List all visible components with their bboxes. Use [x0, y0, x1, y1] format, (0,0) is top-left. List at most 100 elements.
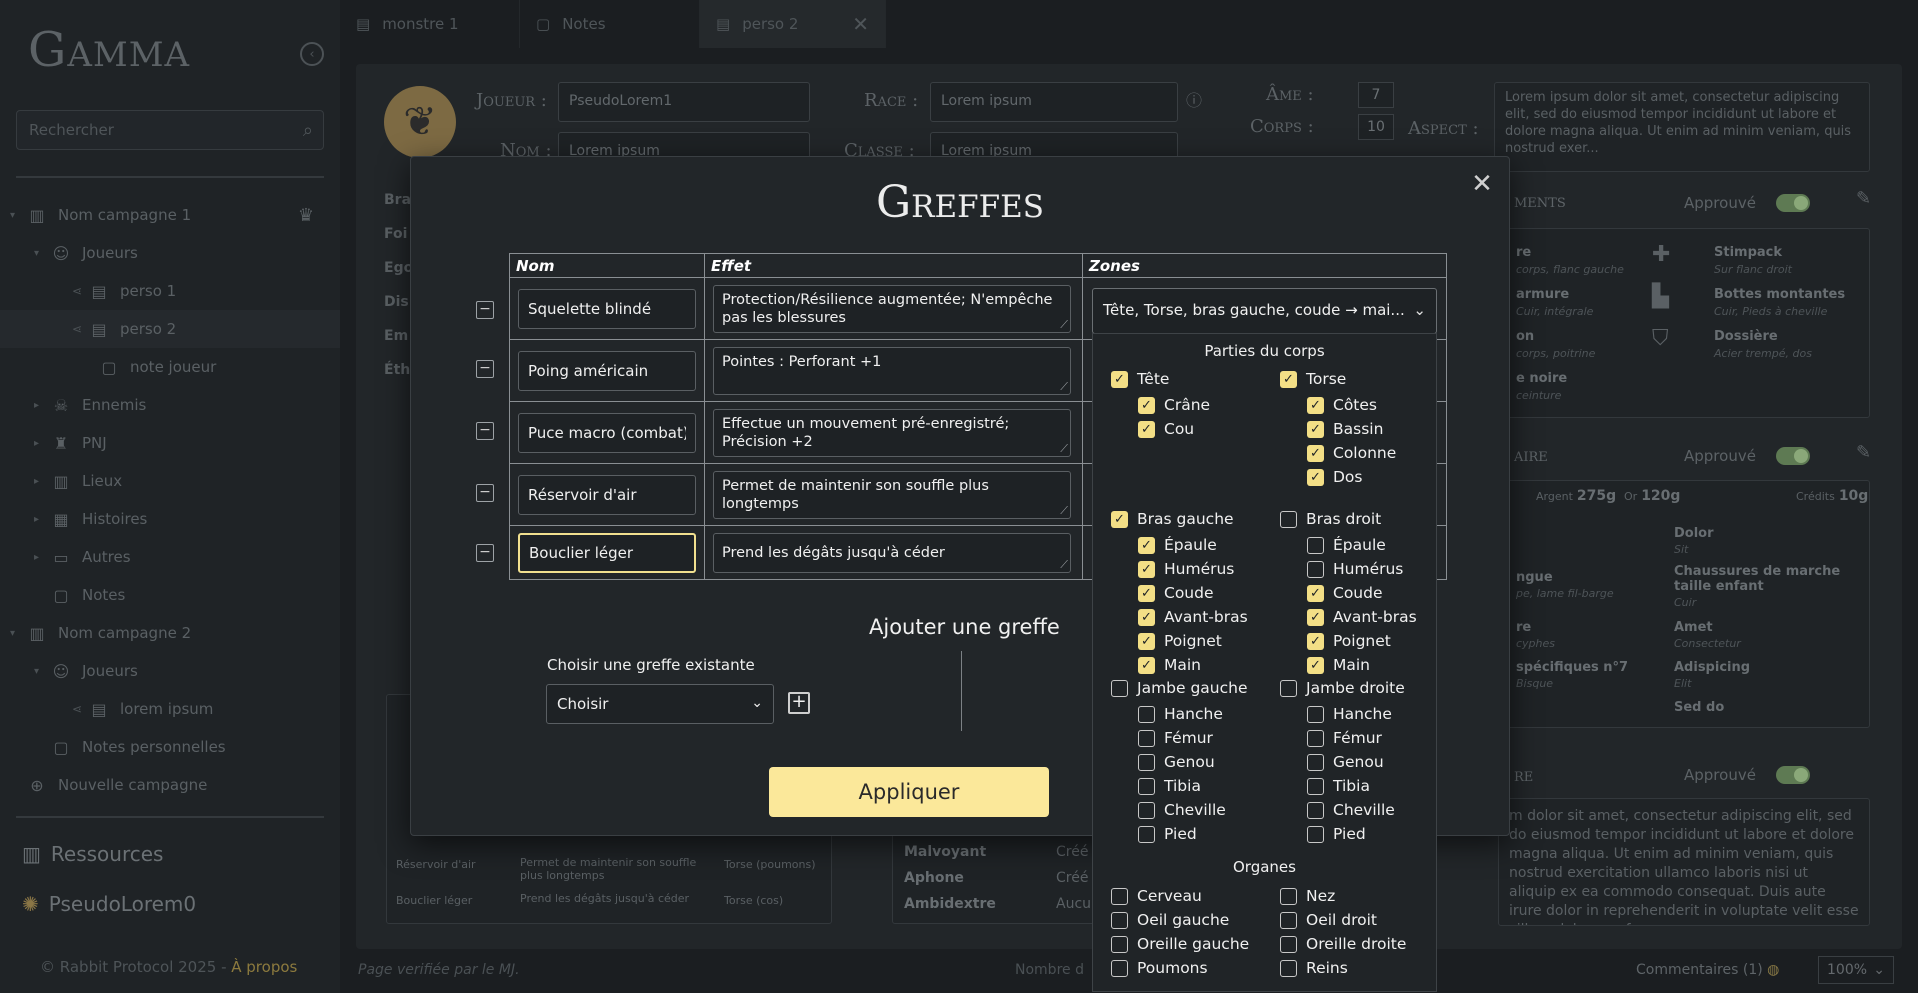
- body-subpart-checkbox[interactable]: Tibia: [1307, 777, 1370, 795]
- tree-item[interactable]: ▾ ▥ Nom campagne 2: [0, 614, 340, 652]
- edit-pencil-icon[interactable]: ✎: [1856, 190, 1871, 208]
- checkbox-checked-icon[interactable]: ✓: [1111, 370, 1128, 388]
- tree-item[interactable]: ▸ ☠ Ennemis: [0, 386, 340, 424]
- chevron-down-icon[interactable]: ▾: [10, 210, 24, 221]
- tree-item[interactable]: ▢ note joueur: [0, 348, 340, 386]
- graft-effect-textarea[interactable]: Pointes : Perforant +1: [713, 346, 1071, 396]
- graft-name-input[interactable]: [518, 532, 696, 573]
- inventory-item[interactable]: Amet Consectetur: [1674, 620, 1854, 652]
- remove-graft-button[interactable]: −: [476, 301, 494, 319]
- approved-toggle[interactable]: [1776, 447, 1810, 465]
- checkbox-checked-icon[interactable]: ✓: [1138, 608, 1155, 626]
- equipment-item[interactable]: on corps, poitrine: [1516, 328, 1595, 362]
- tree-item[interactable]: ⊕ Nouvelle campagne: [0, 766, 340, 804]
- body-part-checkbox[interactable]: Jambe droite: [1280, 679, 1405, 697]
- checkbox-unchecked-icon[interactable]: [1138, 729, 1155, 747]
- body-subpart-checkbox[interactable]: Pied: [1138, 825, 1197, 843]
- body-subpart-checkbox[interactable]: Genou: [1307, 753, 1384, 771]
- collapse-sidebar-icon[interactable]: ‹: [300, 42, 324, 66]
- body-subpart-checkbox[interactable]: Épaule: [1307, 536, 1386, 554]
- approved-toggle[interactable]: [1776, 766, 1810, 784]
- checkbox-checked-icon[interactable]: ✓: [1138, 584, 1155, 602]
- chevron-right-icon[interactable]: ▸: [34, 438, 48, 449]
- tree-item[interactable]: ▾ ☺ Joueurs: [0, 652, 340, 690]
- body-subpart-checkbox[interactable]: Cheville: [1307, 801, 1395, 819]
- graft-name-input[interactable]: [518, 474, 696, 515]
- tree-item[interactable]: ▸ ♜ PNJ: [0, 424, 340, 462]
- checkbox-unchecked-icon[interactable]: [1280, 887, 1297, 905]
- body-subpart-checkbox[interactable]: Fémur: [1138, 729, 1213, 747]
- body-subpart-checkbox[interactable]: Hanche: [1307, 705, 1392, 723]
- checkbox-checked-icon[interactable]: ✓: [1307, 444, 1324, 462]
- approved-toggle[interactable]: [1776, 194, 1810, 212]
- tree-item[interactable]: ▾ ☺ Joueurs: [0, 234, 340, 272]
- tree-item[interactable]: ▸ ▭ Autres: [0, 538, 340, 576]
- checkbox-unchecked-icon[interactable]: [1138, 705, 1155, 723]
- body-subpart-checkbox[interactable]: ✓ Côtes: [1307, 396, 1377, 414]
- body-subpart-checkbox[interactable]: Pied: [1307, 825, 1366, 843]
- checkbox-checked-icon[interactable]: ✓: [1138, 560, 1155, 578]
- equipment-item[interactable]: Bottes montantes Cuir, Pieds à cheville: [1714, 286, 1845, 320]
- organ-checkbox[interactable]: Poumons: [1111, 959, 1208, 977]
- checkbox-checked-icon[interactable]: ✓: [1138, 536, 1155, 554]
- resources-link[interactable]: ▥ Ressources: [22, 842, 163, 866]
- graft-effect-textarea[interactable]: Permet de maintenir son souffle plus lon…: [713, 470, 1071, 520]
- tab-perso-2[interactable]: ▤ perso 2 ✕: [700, 0, 886, 48]
- tree-item[interactable]: ▸ ▥ Lieux: [0, 462, 340, 500]
- checkbox-checked-icon[interactable]: ✓: [1307, 420, 1324, 438]
- ame-field[interactable]: 7: [1358, 82, 1394, 108]
- body-part-checkbox[interactable]: Bras droit: [1280, 510, 1381, 528]
- equipment-item[interactable]: re corps, flanc gauche: [1516, 244, 1624, 278]
- inventory-item[interactable]: Chaussures de marche taille enfant Cuir: [1674, 564, 1854, 611]
- checkbox-unchecked-icon[interactable]: [1307, 753, 1324, 771]
- chevron-down-icon[interactable]: ▾: [10, 628, 24, 639]
- graft-name-input[interactable]: [518, 350, 696, 391]
- equipment-item[interactable]: Dossière Acier trempé, dos: [1714, 328, 1812, 362]
- add-graft-button[interactable]: +: [788, 692, 810, 714]
- remove-graft-button[interactable]: −: [476, 484, 494, 502]
- body-subpart-checkbox[interactable]: ✓ Main: [1138, 656, 1201, 674]
- tree-item[interactable]: ▾ ▥ Nom campagne 1 ♛: [0, 196, 340, 234]
- equipment-item[interactable]: armure Cuir, intégrale: [1516, 286, 1593, 320]
- checkbox-checked-icon[interactable]: ✓: [1307, 468, 1324, 486]
- checkbox-unchecked-icon[interactable]: [1307, 560, 1324, 578]
- inventory-item[interactable]: re cyphes: [1516, 620, 1696, 652]
- checkbox-unchecked-icon[interactable]: [1111, 887, 1128, 905]
- checkbox-unchecked-icon[interactable]: [1307, 825, 1324, 843]
- body-subpart-checkbox[interactable]: ✓ Avant-bras: [1138, 608, 1248, 626]
- body-subpart-checkbox[interactable]: ✓ Crâne: [1138, 396, 1210, 414]
- organ-checkbox[interactable]: Oeil gauche: [1111, 911, 1229, 929]
- checkbox-unchecked-icon[interactable]: [1307, 729, 1324, 747]
- checkbox-unchecked-icon[interactable]: [1111, 911, 1128, 929]
- butterfly-avatar-icon[interactable]: ❦: [384, 86, 456, 158]
- about-link[interactable]: À propos: [231, 958, 297, 976]
- inventory-item[interactable]: Sed do: [1674, 700, 1854, 715]
- checkbox-unchecked-icon[interactable]: [1280, 935, 1297, 953]
- body-subpart-checkbox[interactable]: ✓ Colonne: [1307, 444, 1396, 462]
- story-textarea[interactable]: m dolor sit amet, consectetur adipiscing…: [1498, 798, 1870, 926]
- checkbox-unchecked-icon[interactable]: [1111, 959, 1128, 977]
- close-tab-icon[interactable]: ✕: [852, 12, 869, 36]
- tree-item[interactable]: ▢ Notes: [0, 576, 340, 614]
- checkbox-checked-icon[interactable]: ✓: [1138, 396, 1155, 414]
- body-subpart-checkbox[interactable]: ✓ Avant-bras: [1307, 608, 1417, 626]
- graft-effect-textarea[interactable]: Effectue un mouvement pré-enregistré; Pr…: [713, 408, 1071, 458]
- tree-item[interactable]: ▢ Notes personnelles: [0, 728, 340, 766]
- body-subpart-checkbox[interactable]: ✓ Coude: [1307, 584, 1383, 602]
- checkbox-unchecked-icon[interactable]: [1307, 536, 1324, 554]
- checkbox-unchecked-icon[interactable]: [1138, 801, 1155, 819]
- checkbox-checked-icon[interactable]: ✓: [1307, 632, 1324, 650]
- body-subpart-checkbox[interactable]: ✓ Poignet: [1138, 632, 1222, 650]
- checkbox-checked-icon[interactable]: ✓: [1307, 396, 1324, 414]
- chevron-right-icon[interactable]: ▸: [34, 514, 48, 525]
- body-subpart-checkbox[interactable]: ✓ Main: [1307, 656, 1370, 674]
- tab-notes[interactable]: ▢ Notes: [520, 0, 700, 48]
- tab-monstre-1[interactable]: ▤ monstre 1: [340, 0, 520, 48]
- body-subpart-checkbox[interactable]: ✓ Poignet: [1307, 632, 1391, 650]
- body-subpart-checkbox[interactable]: ✓ Dos: [1307, 468, 1363, 486]
- remove-graft-button[interactable]: −: [476, 422, 494, 440]
- body-subpart-checkbox[interactable]: Hanche: [1138, 705, 1223, 723]
- checkbox-checked-icon[interactable]: ✓: [1111, 510, 1128, 528]
- chevron-down-icon[interactable]: ▾: [34, 666, 48, 677]
- organ-checkbox[interactable]: Oreille gauche: [1111, 935, 1249, 953]
